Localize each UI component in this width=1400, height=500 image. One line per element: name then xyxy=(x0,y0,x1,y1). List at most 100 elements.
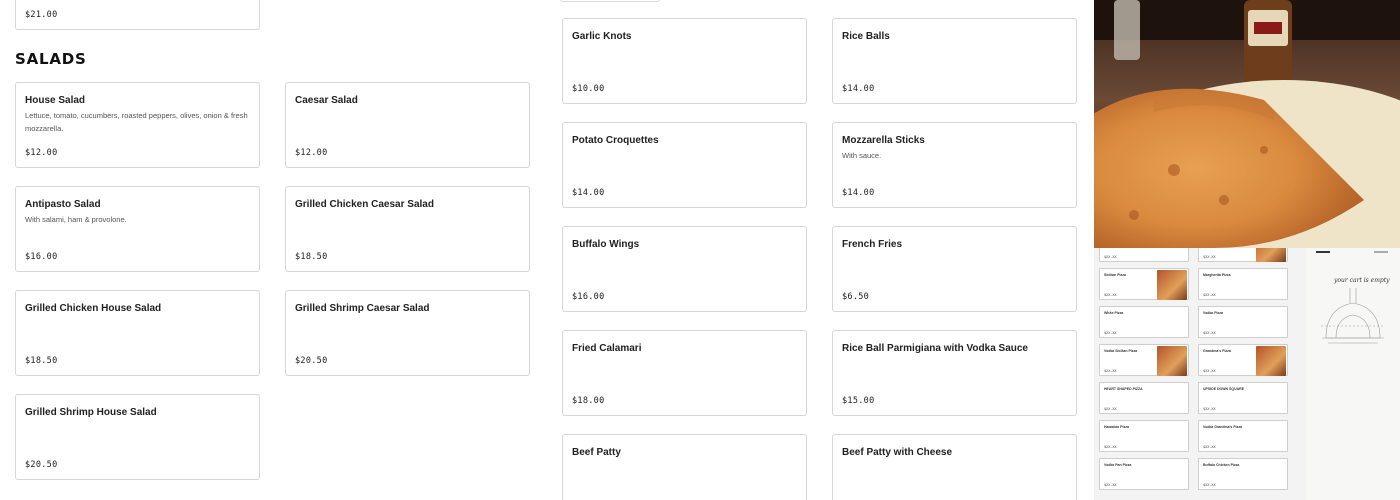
item-name: Grilled Shrimp Caesar Salad xyxy=(295,303,430,314)
item-price: $6.50 xyxy=(842,292,870,302)
item-name: Grilled Shrimp House Salad xyxy=(25,407,157,418)
menu-item-card[interactable]: Grilled Shrimp House Salad $20.50 xyxy=(15,394,260,480)
preview-menu-card: Vodka Pan Pizza $XX.XX xyxy=(1099,458,1189,490)
preview-menu-card: UPSIDE DOWN SQUARE $XX.XX xyxy=(1198,382,1288,414)
item-name: Grilled Chicken House Salad xyxy=(25,303,162,314)
preview-menu-card: Vodka Pizza $XX.XX xyxy=(1198,306,1288,338)
item-price: $16.00 xyxy=(572,292,605,302)
item-name: Fried Calamari xyxy=(572,343,642,354)
menu-item-card[interactable]: French Fries $6.50 xyxy=(832,226,1077,312)
item-price: $14.00 xyxy=(572,188,605,198)
menu-item-card[interactable]: Rice Ball Parmigiana with Vodka Sauce $15… xyxy=(832,330,1077,416)
pizza-photo-image xyxy=(1094,0,1400,248)
menu-item-card[interactable]: Potato Croquettes $14.00 xyxy=(562,122,807,208)
item-price: $18.50 xyxy=(25,356,58,366)
item-name: Grilled Chicken Caesar Salad xyxy=(295,199,434,210)
preview-menu-card: Vodka Sicilian Pizza $XX.XX xyxy=(1099,344,1189,376)
pizza-oven-illustration: your cart is empty xyxy=(1316,251,1390,344)
preview-item-price: $XX.XX xyxy=(1104,331,1117,335)
preview-item-name: Sicilian Pizza xyxy=(1104,273,1126,277)
item-description: With sauce. xyxy=(842,151,882,160)
item-name: Mozzarella Sticks xyxy=(842,135,925,146)
menu-preview-thumbnail: $XX.XX Sicilian Pizza $XX.XX White Pizza $XX… xyxy=(1094,248,1400,500)
preview-item-name: Buffalo Chicken Pizza xyxy=(1203,463,1240,467)
preview-pizza-image xyxy=(1256,248,1286,262)
item-price: $16.00 xyxy=(25,252,58,262)
item-price: $20.50 xyxy=(25,460,58,470)
item-name: Potato Croquettes xyxy=(572,135,659,146)
menu-item-card[interactable]: Grilled Chicken House Salad $18.50 xyxy=(15,290,260,376)
preview-item-price: $XX.XX xyxy=(1203,407,1216,411)
item-price: $20.50 xyxy=(295,356,328,366)
menu-item-card[interactable]: Grilled Shrimp Caesar Salad $20.50 xyxy=(285,290,530,376)
preview-item-name: Grandma's Pizza xyxy=(1203,349,1231,353)
menu-item-card[interactable]: Fried Calamari $18.00 xyxy=(562,330,807,416)
item-price: $14.00 xyxy=(842,84,875,94)
partial-card-edge xyxy=(560,0,660,2)
preview-item-price: $XX.XX xyxy=(1203,293,1216,297)
preview-item-name: Vodka Sicilian Pizza xyxy=(1104,349,1138,353)
menu-item-card[interactable]: Antipasto Salad With salami, ham & provol… xyxy=(15,186,260,272)
preview-item-name: Vodka Grandma's Pizza xyxy=(1203,425,1243,429)
item-name: Caesar Salad xyxy=(295,95,358,106)
preview-item-name: Vodka Pan Pizza xyxy=(1104,463,1132,467)
preview-item-price: $XX.XX xyxy=(1203,369,1216,373)
menu-item-card[interactable]: Garlic Knots $10.00 xyxy=(562,18,807,104)
preview-menu-card: Margherita Pizza $XX.XX xyxy=(1198,268,1288,300)
preview-item-name: Vodka Pizza xyxy=(1203,311,1223,315)
preview-item-price: $XX.XX xyxy=(1104,445,1117,449)
preview-menu-card: $XX.XX xyxy=(1099,248,1189,262)
item-price: $12.00 xyxy=(295,148,328,158)
section-title-salads: SALADS xyxy=(15,50,87,68)
item-description: With salami, ham & provolone. xyxy=(25,215,127,224)
preview-pizza-image xyxy=(1157,270,1187,300)
preview-menu-card: HEART SHAPED PIZZA $XX.XX xyxy=(1099,382,1189,414)
item-price: $14.00 xyxy=(842,188,875,198)
menu-item-card[interactable]: Buffalo Wings $16.00 xyxy=(562,226,807,312)
preview-pizza-image xyxy=(1256,346,1286,376)
preview-item-name: Hawaiian Pizza xyxy=(1104,425,1129,429)
item-description: Lettuce, tomato, cucumbers, roasted pepp… xyxy=(25,111,248,133)
menu-item-card-partial[interactable]: $21.00 xyxy=(15,0,260,30)
preview-menu-card: Vodka Grandma's Pizza $XX.XX xyxy=(1198,420,1288,452)
item-price: $12.00 xyxy=(25,148,58,158)
menu-item-card[interactable]: Caesar Salad $12.00 xyxy=(285,82,530,168)
preview-pizza-image xyxy=(1157,346,1187,376)
item-price: $21.00 xyxy=(25,10,58,20)
preview-menu-grid: $XX.XX Sicilian Pizza $XX.XX White Pizza $XX… xyxy=(1094,248,1306,500)
menu-item-card[interactable]: Beef Patty xyxy=(562,434,807,500)
preview-menu-card: Buffalo Chicken Pizza $XX.XX xyxy=(1198,458,1288,490)
item-name: Buffalo Wings xyxy=(572,239,640,250)
preview-item-name: White Pizza xyxy=(1104,311,1124,315)
pizza-photo xyxy=(1094,0,1400,248)
preview-item-name: HEART SHAPED PIZZA xyxy=(1104,387,1143,391)
cart-empty-text: your cart is empty xyxy=(1333,277,1390,284)
preview-menu-card: Grandma's Pizza $XX.XX xyxy=(1198,344,1288,376)
item-name: Antipasto Salad xyxy=(25,199,101,210)
menu-item-card[interactable]: Grilled Chicken Caesar Salad $18.50 xyxy=(285,186,530,272)
preview-item-name: UPSIDE DOWN SQUARE xyxy=(1203,387,1245,391)
preview-item-price: $XX.XX xyxy=(1104,407,1117,411)
menu-item-card[interactable]: House Salad Lettuce, tomato, cucumbers, r… xyxy=(15,82,260,168)
menu-item-card[interactable]: Beef Patty with Cheese xyxy=(832,434,1077,500)
item-price: $18.50 xyxy=(295,252,328,262)
item-name: Rice Ball Parmigiana with Vodka Sauce xyxy=(842,343,1028,354)
item-price: $10.00 xyxy=(572,84,605,94)
preview-item-price: $XX.XX xyxy=(1104,293,1117,297)
menu-item-card[interactable]: Rice Balls $14.00 xyxy=(832,18,1077,104)
preview-menu-card: White Pizza $XX.XX xyxy=(1099,306,1189,338)
item-name: Beef Patty xyxy=(572,447,621,458)
item-name: Beef Patty with Cheese xyxy=(842,447,953,458)
preview-item-price: $XX.XX xyxy=(1104,369,1117,373)
preview-menu-card: $XX.XX xyxy=(1198,248,1288,262)
item-name: Rice Balls xyxy=(842,31,890,42)
preview-item-price: $XX.XX xyxy=(1104,483,1117,487)
preview-menu-card: Sicilian Pizza $XX.XX xyxy=(1099,268,1189,300)
item-name: House Salad xyxy=(25,95,86,106)
preview-item-price: $XX.XX xyxy=(1104,255,1117,259)
menu-item-card[interactable]: Mozzarella Sticks With sauce. $14.00 xyxy=(832,122,1077,208)
preview-item-price: $XX.XX xyxy=(1203,255,1216,259)
preview-menu-card: Hawaiian Pizza $XX.XX xyxy=(1099,420,1189,452)
preview-item-name: Margherita Pizza xyxy=(1203,273,1231,277)
preview-item-price: $XX.XX xyxy=(1203,483,1216,487)
